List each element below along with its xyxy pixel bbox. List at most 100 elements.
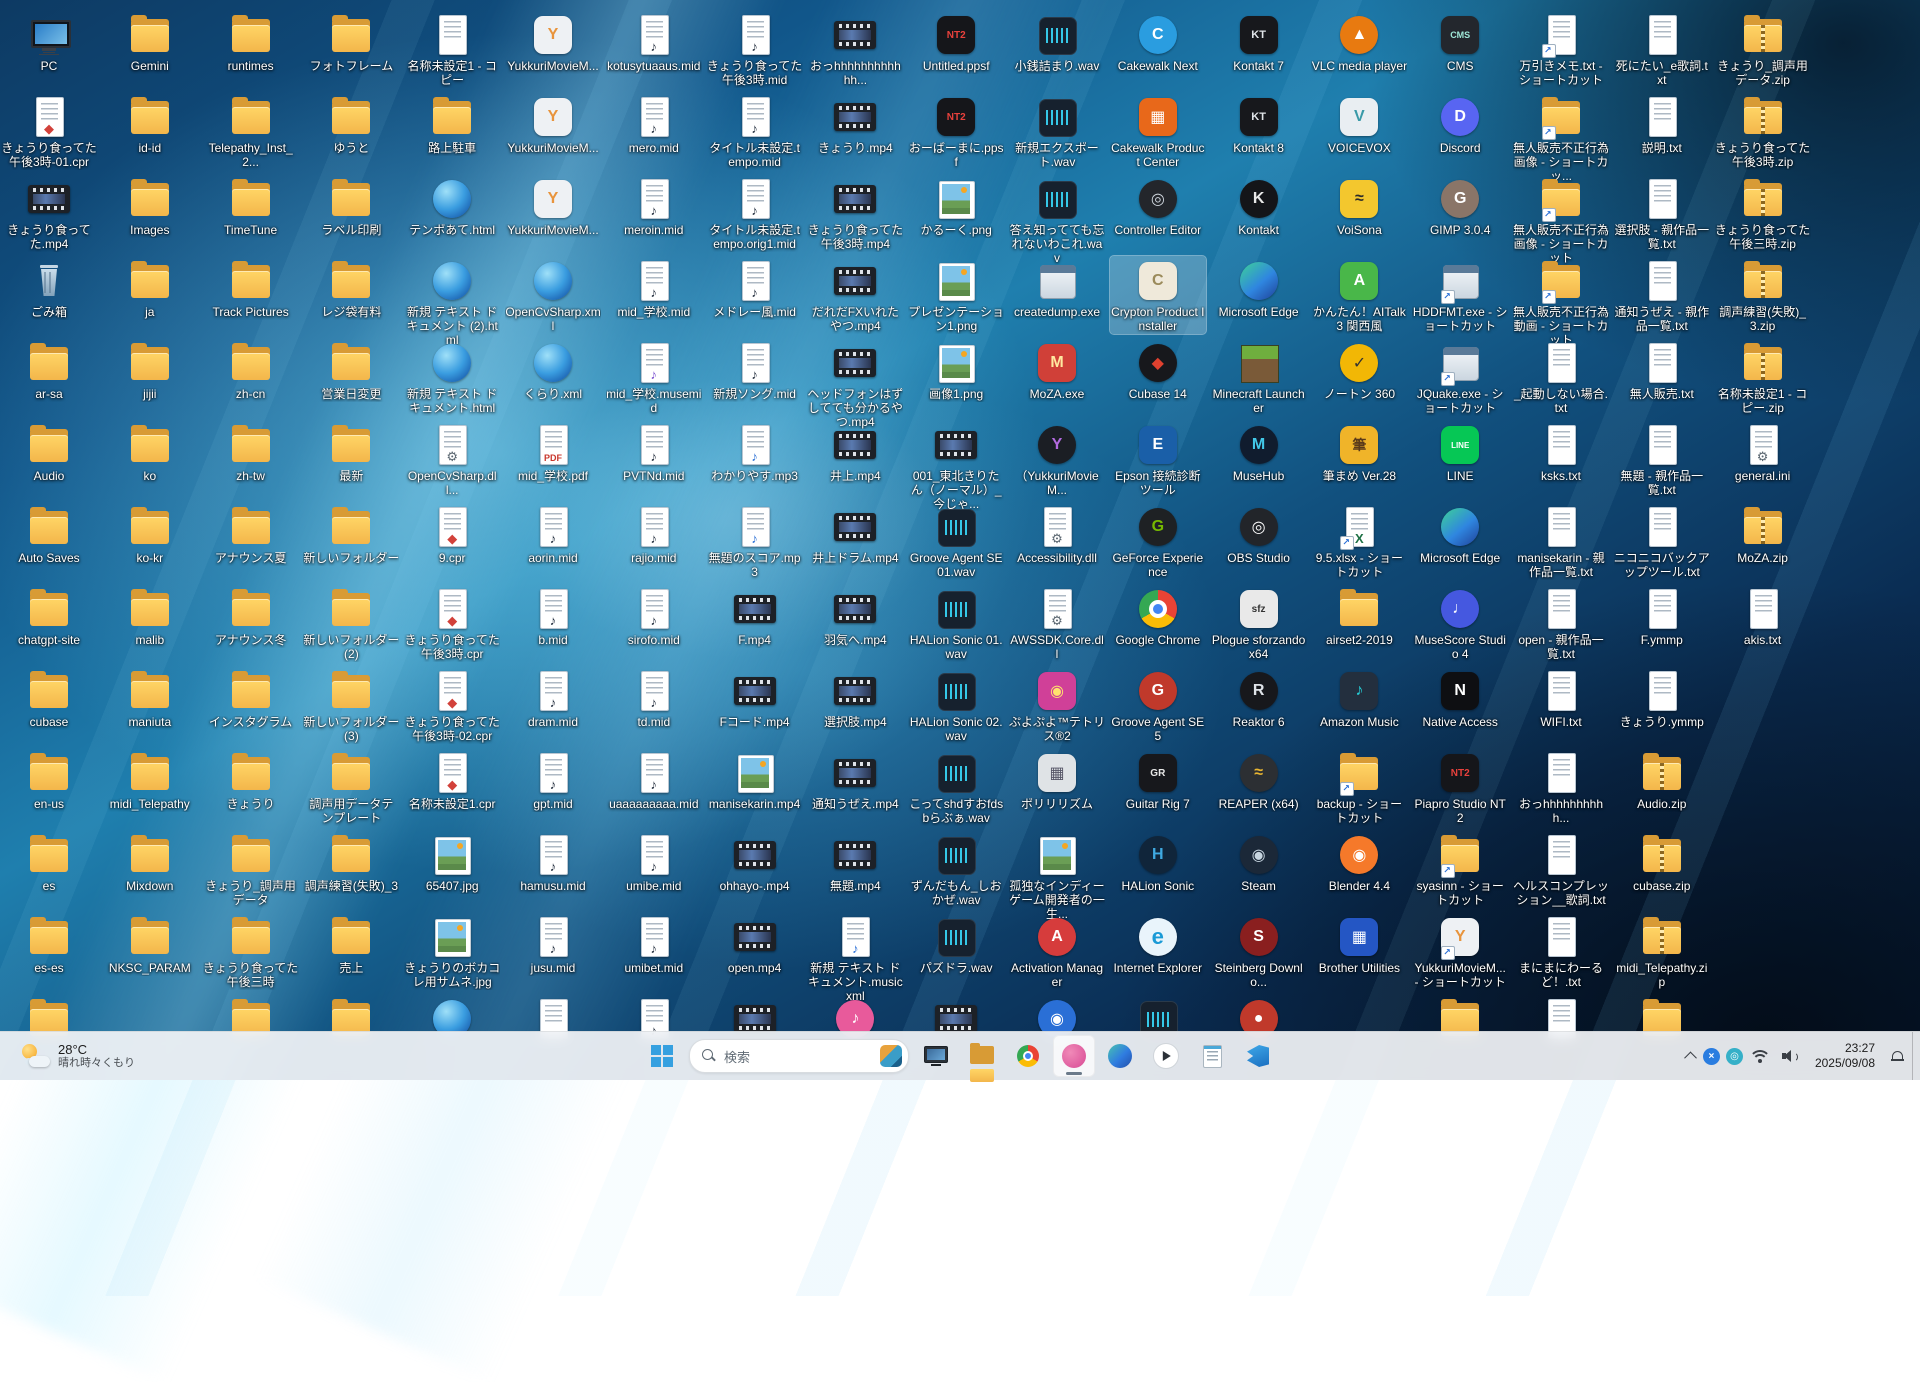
desktop-icon[interactable]: WIFI.txt <box>1513 666 1609 730</box>
desktop-icon[interactable]: ja <box>102 256 198 320</box>
desktop-icon[interactable]: 無題 - 親作品一覧.txt <box>1614 420 1710 498</box>
desktop-icon[interactable]: maniuta <box>102 666 198 730</box>
desktop-icon[interactable]: ♪ rajio.mid <box>606 502 702 566</box>
desktop-icon[interactable]: ♪ gpt.mid <box>505 748 601 812</box>
desktop-icon[interactable]: ◆ Cubase 14 <box>1110 338 1206 402</box>
desktop-icon[interactable]: きょうり.ymmp <box>1614 666 1710 730</box>
show-desktop-strip[interactable] <box>1912 1032 1920 1080</box>
desktop-icon[interactable]: malib <box>102 584 198 648</box>
desktop-icon[interactable]: ♪ kotusytuaaus.mid <box>606 10 702 74</box>
desktop-icon[interactable]: PC <box>1 10 97 74</box>
desktop-icon[interactable]: D Discord <box>1412 92 1508 156</box>
desktop-icon[interactable]: es-es <box>1 912 97 976</box>
desktop-icon[interactable]: runtimes <box>203 10 299 74</box>
desktop-icon[interactable]: manisekarin.mp4 <box>707 748 803 812</box>
desktop-icon[interactable]: jijii <box>102 338 198 402</box>
desktop-icon[interactable]: ♪ タイトル未設定.tempo.orig1.mid <box>707 174 803 252</box>
desktop-icon[interactable]: Track Pictures <box>203 256 299 320</box>
desktop-icon[interactable]: きょうりのボカコレ用サムネ.jpg <box>404 912 500 990</box>
desktop-icon[interactable]: CMS CMS <box>1412 10 1508 74</box>
desktop-icon[interactable]: createdump.exe <box>1009 256 1105 320</box>
desktop-icon[interactable]: きょうり食ってた午後3時.mp4 <box>807 174 903 252</box>
desktop-icon[interactable]: ♪ hamusu.mid <box>505 830 601 894</box>
desktop-icon[interactable]: プレゼンテーション1.png <box>908 256 1004 334</box>
desktop-icon[interactable]: midi_Telepathy.zip <box>1614 912 1710 990</box>
desktop-icon[interactable]: Telepathy_Inst_2... <box>203 92 299 170</box>
desktop-icon[interactable]: ♪ きょうり食ってた午後3時.mid <box>707 10 803 88</box>
desktop-icon[interactable]: ◆ きょうり食ってた午後3時.cpr <box>404 584 500 662</box>
desktop-icon[interactable]: ♪ dram.mid <box>505 666 601 730</box>
desktop-icon[interactable]: ▦ Cakewalk Product Center <box>1110 92 1206 170</box>
desktop-icon[interactable]: midi_Telepathy <box>102 748 198 812</box>
microsoft-edge-taskbar-button[interactable] <box>1099 1035 1141 1077</box>
desktop-icon[interactable]: きょうり食ってた.mp4 <box>1 174 97 252</box>
desktop-icon[interactable]: きょうり_調声用データ <box>203 830 299 908</box>
desktop-icon[interactable]: ⚙ OpenCvSharp.dll... <box>404 420 500 498</box>
desktop-icon[interactable]: E Epson 接続診断ツール <box>1110 420 1206 498</box>
desktop-icon[interactable]: 井上.mp4 <box>807 420 903 484</box>
desktop-icon[interactable]: ラベル印刷 <box>303 174 399 238</box>
desktop-icon[interactable]: LINE LINE <box>1412 420 1508 484</box>
desktop-icon[interactable]: ずんだもん_しおかぜ.wav <box>908 830 1004 908</box>
desktop-icon[interactable]: ♪ 無題のスコア.mp3 <box>707 502 803 580</box>
desktop-icon[interactable]: N Native Access <box>1412 666 1508 730</box>
desktop-icon[interactable]: 新規 テキスト ドキュメント (2).html <box>404 256 500 347</box>
desktop-icon[interactable]: Auto Saves <box>1 502 97 566</box>
desktop-icon[interactable]: KT Kontakt 7 <box>1211 10 1307 74</box>
desktop-icon[interactable]: こってshdすおfdsbらぶぁ.wav <box>908 748 1004 826</box>
desktop-icon[interactable]: ⚙ AWSSDK.Core.dll <box>1009 584 1105 662</box>
desktop-icon[interactable]: NT2 おーばーまに.ppsf <box>908 92 1004 170</box>
desktop-icon[interactable]: YYukkuriMovieM... - ショートカット <box>1412 912 1508 990</box>
desktop-icon[interactable]: ▲ VLC media player <box>1311 10 1407 74</box>
desktop-icon[interactable]: HDDFMT.exe - ショートカット <box>1412 256 1508 334</box>
desktop-icon[interactable]: ♪ aorin.mid <box>505 502 601 566</box>
desktop-icon[interactable]: テンポあて.html <box>404 174 500 238</box>
desktop-icon[interactable]: ♪ mid_学校.mid <box>606 256 702 320</box>
desktop-icon[interactable]: ♪ sirofo.mid <box>606 584 702 648</box>
desktop-icon[interactable]: OpenCvSharp.xml <box>505 256 601 334</box>
desktop-icon[interactable]: ▦ Brother Utilities <box>1311 912 1407 976</box>
desktop-icon[interactable]: ar-sa <box>1 338 97 402</box>
desktop-icon[interactable]: ◎ Controller Editor <box>1110 174 1206 238</box>
desktop-icon[interactable]: ♪ Amazon Music <box>1311 666 1407 730</box>
desktop-icon[interactable]: Y YukkuriMovieM... <box>505 10 601 74</box>
desktop-icon[interactable]: R Reaktor 6 <box>1211 666 1307 730</box>
desktop-icon[interactable]: きょうり食ってた午後三時.zip <box>1715 174 1811 252</box>
desktop-icon[interactable]: C Cakewalk Next <box>1110 10 1206 74</box>
media-player-taskbar-button[interactable] <box>1145 1035 1187 1077</box>
desktop-icon[interactable]: ♪ わかりやす.mp3 <box>707 420 803 484</box>
desktop-icon[interactable]: Microsoft Edge <box>1412 502 1508 566</box>
desktop-icon[interactable]: 選択肢.mp4 <box>807 666 903 730</box>
desktop-icon[interactable]: おっhhhhhhhhhhhh... <box>807 10 903 88</box>
desktop-icon[interactable]: cubase <box>1 666 97 730</box>
desktop-icon[interactable]: ヘッドフォンはずしてても分かるやつ.mp4 <box>807 338 903 429</box>
desktop-icon[interactable]: ◆ きょうり食ってた午後3時-02.cpr <box>404 666 500 744</box>
notepad-taskbar-button[interactable] <box>1191 1035 1233 1077</box>
desktop-icon[interactable]: Y （YukkuriMovieM... <box>1009 420 1105 498</box>
desktop-icon[interactable]: Audio <box>1 420 97 484</box>
desktop-icon[interactable]: es <box>1 830 97 894</box>
desktop-icon[interactable]: 万引きメモ.txt - ショートカット <box>1513 10 1609 88</box>
desktop-icon[interactable]: 無人販売不正行為動画 - ショートカット <box>1513 256 1609 347</box>
desktop-icon[interactable]: 答え知ってても忘れないわこれ.wav <box>1009 174 1105 265</box>
desktop-icon[interactable]: きょうり <box>203 748 299 812</box>
desktop-icon[interactable]: S Steinberg Downlo... <box>1211 912 1307 990</box>
desktop-icon[interactable]: レジ袋有料 <box>303 256 399 320</box>
taskbar-app-monitor-taskbar-button[interactable] <box>915 1035 957 1077</box>
desktop-icon[interactable]: G Groove Agent SE 5 <box>1110 666 1206 744</box>
desktop-icon[interactable]: 画像1.png <box>908 338 1004 402</box>
desktop-icon[interactable]: きょうり.mp4 <box>807 92 903 156</box>
desktop-icon[interactable]: 死にたい_e歌詞.txt <box>1614 10 1710 88</box>
desktop-icon[interactable]: KT Kontakt 8 <box>1211 92 1307 156</box>
desktop-icon[interactable]: ♩ MuseScore Studio 4 <box>1412 584 1508 662</box>
desktop-icon[interactable]: A かんたん！AITalk 3 関西風 <box>1311 256 1407 334</box>
desktop-icon[interactable]: おっhhhhhhhhhh... <box>1513 748 1609 826</box>
desktop-icon[interactable]: Mixdown <box>102 830 198 894</box>
desktop-icon[interactable]: zh-cn <box>203 338 299 402</box>
desktop-icon[interactable]: ♪ td.mid <box>606 666 702 730</box>
desktop-icon[interactable]: 無人販売.txt <box>1614 338 1710 402</box>
desktop-icon[interactable]: _起動しない場合.txt <box>1513 338 1609 416</box>
desktop-icon[interactable]: 調声練習(失敗)_3.zip <box>1715 256 1811 334</box>
desktop-icon[interactable]: ohhayo-.mp4 <box>707 830 803 894</box>
desktop-icon[interactable]: NT2 Piapro Studio NT2 <box>1412 748 1508 826</box>
